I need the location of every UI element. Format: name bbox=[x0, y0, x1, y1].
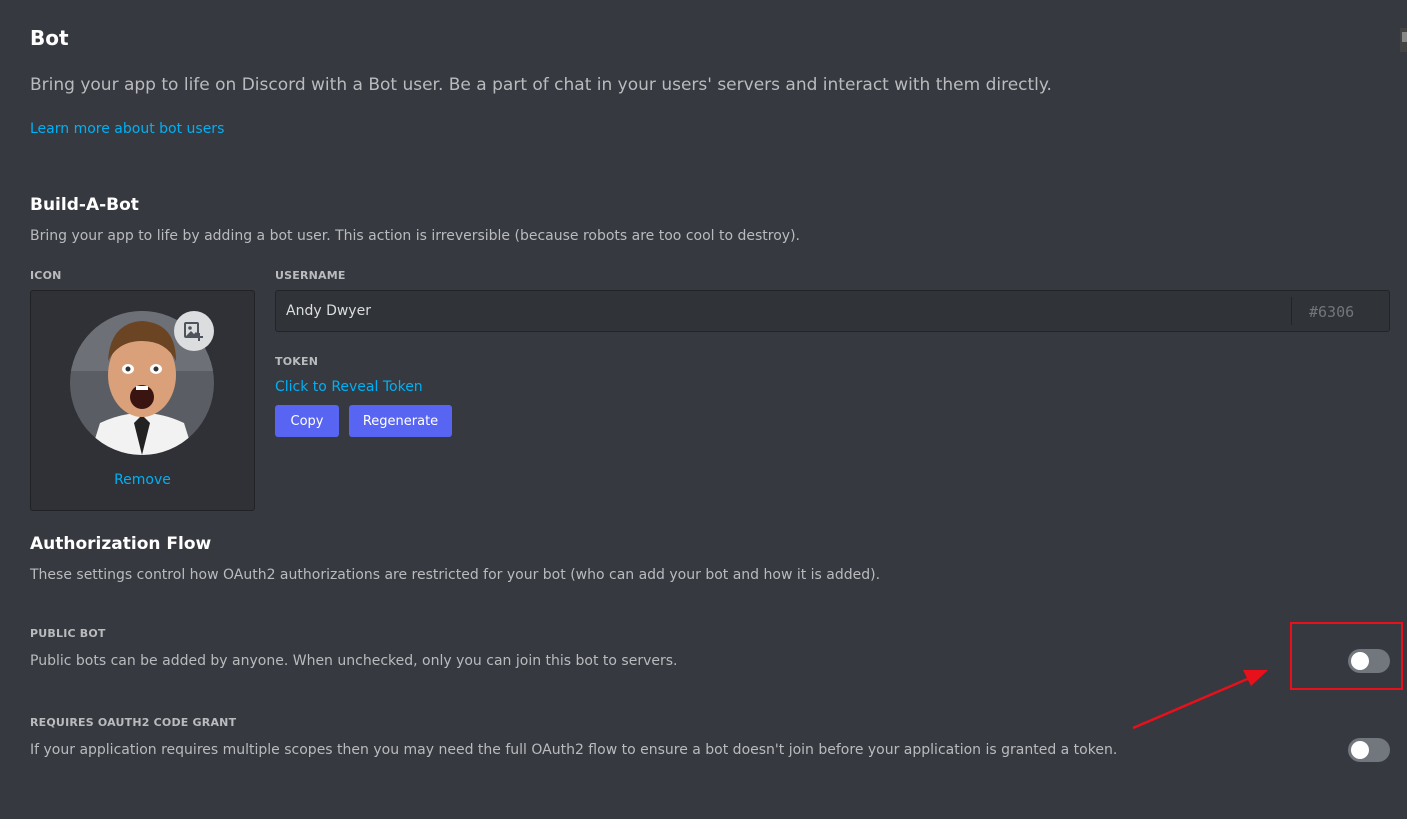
icon-label: ICON bbox=[30, 269, 62, 282]
code-grant-description: If your application requires multiple sc… bbox=[30, 742, 1118, 758]
username-input[interactable] bbox=[276, 291, 1291, 331]
copy-token-button[interactable]: Copy bbox=[275, 405, 339, 437]
discriminator-divider bbox=[1291, 297, 1292, 325]
public-bot-label: PUBLIC BOT bbox=[30, 627, 106, 640]
bot-settings-page: Bot Bring your app to life on Discord wi… bbox=[0, 0, 1407, 819]
page-title: Bot bbox=[30, 26, 69, 50]
username-label: USERNAME bbox=[275, 269, 346, 282]
public-bot-description: Public bots can be added by anyone. When… bbox=[30, 653, 678, 669]
remove-icon-link[interactable]: Remove bbox=[31, 472, 254, 488]
bot-icon-uploader[interactable]: Remove bbox=[30, 290, 255, 511]
annotation-highlight-box bbox=[1290, 622, 1403, 690]
build-a-bot-description: Bring your app to life by adding a bot u… bbox=[30, 228, 800, 244]
corner-decoration-icon bbox=[1400, 28, 1407, 52]
code-grant-toggle[interactable] bbox=[1348, 738, 1390, 762]
token-label: TOKEN bbox=[275, 355, 319, 368]
username-field: #6306 bbox=[275, 290, 1390, 332]
authorization-flow-description: These settings control how OAuth2 author… bbox=[30, 567, 881, 583]
discriminator: #6306 bbox=[1309, 303, 1355, 321]
reveal-token-link[interactable]: Click to Reveal Token bbox=[275, 379, 423, 395]
page-lead: Bring your app to life on Discord with a… bbox=[30, 75, 1052, 95]
code-grant-label: REQUIRES OAUTH2 CODE GRANT bbox=[30, 716, 237, 729]
regenerate-token-button[interactable]: Regenerate bbox=[349, 405, 452, 437]
toggle-knob bbox=[1351, 741, 1369, 759]
build-a-bot-title: Build-A-Bot bbox=[30, 195, 139, 215]
upload-image-icon[interactable] bbox=[174, 311, 214, 351]
learn-more-link[interactable]: Learn more about bot users bbox=[30, 121, 224, 137]
authorization-flow-title: Authorization Flow bbox=[30, 534, 212, 554]
